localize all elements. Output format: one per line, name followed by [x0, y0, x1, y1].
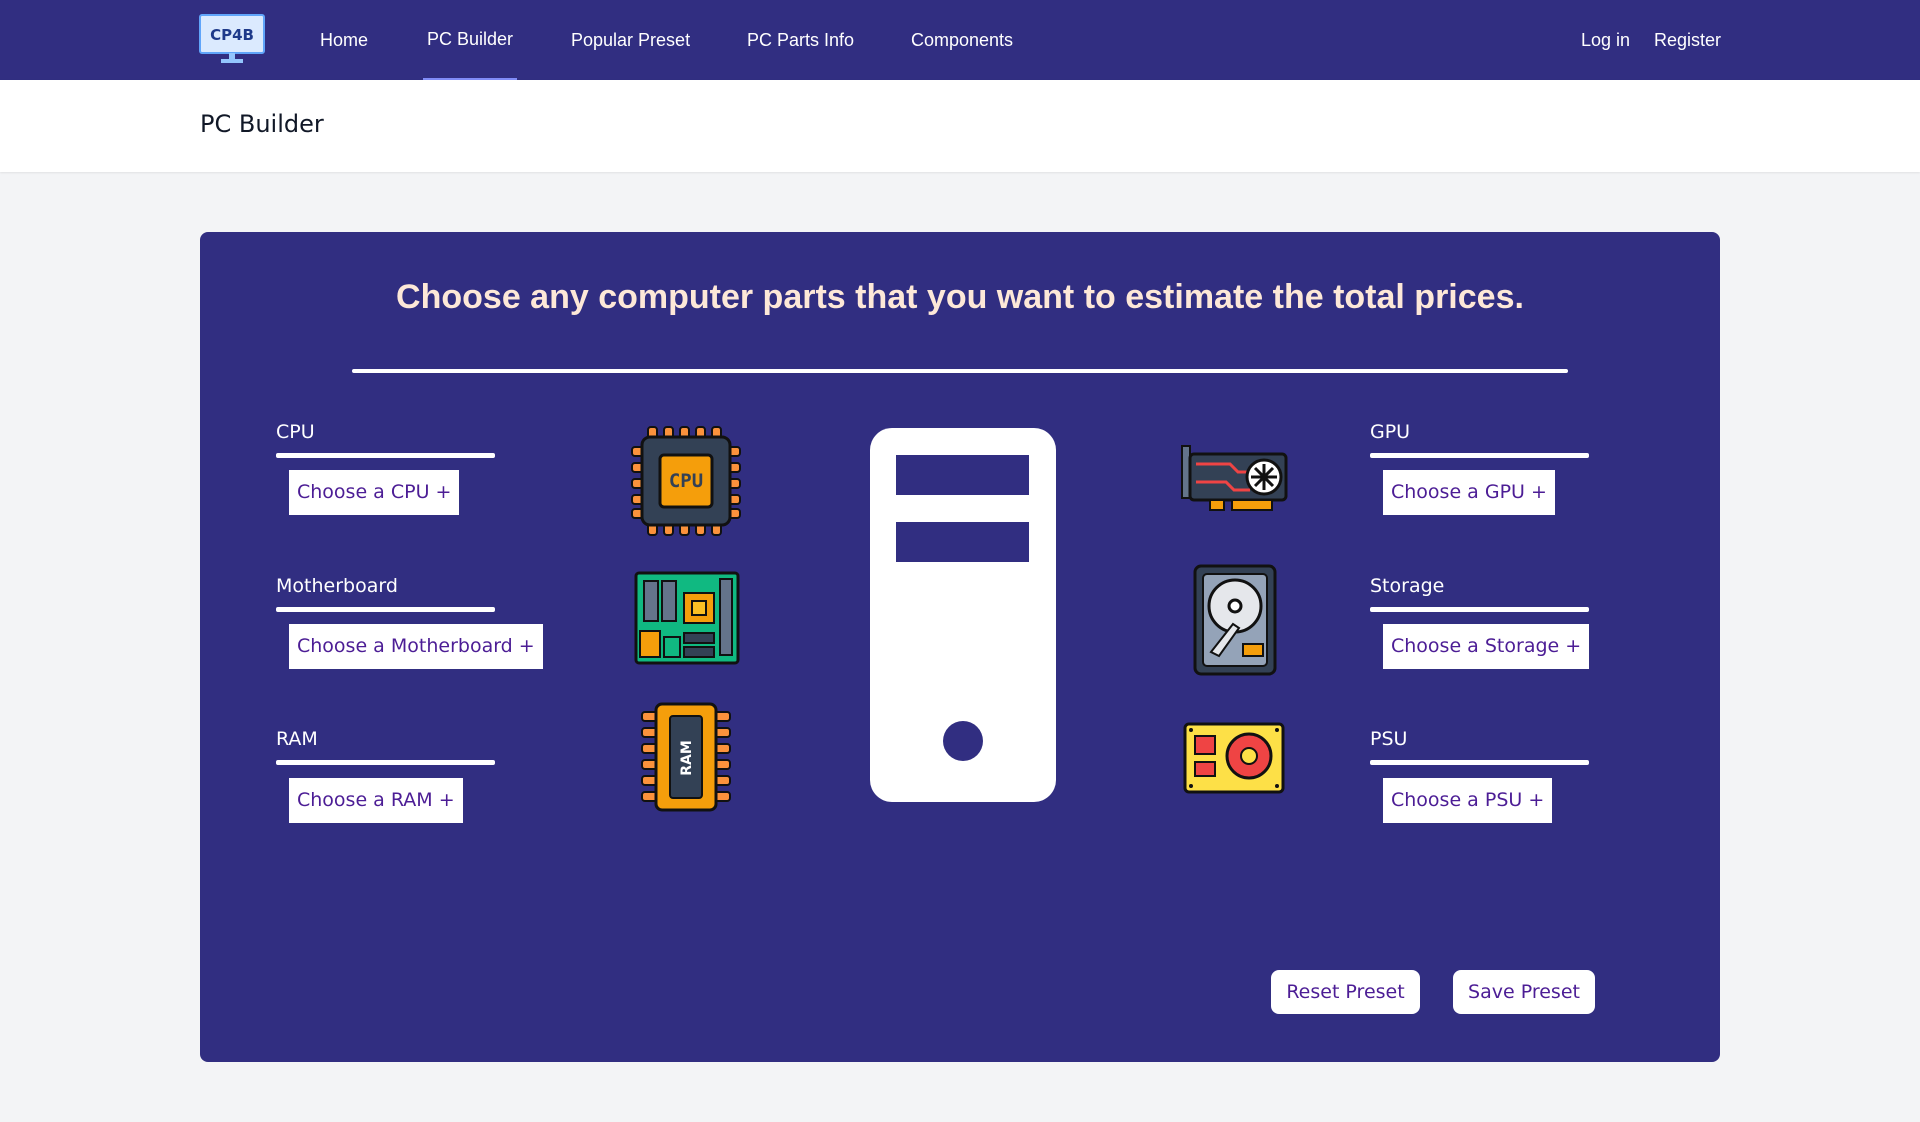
storage-divider — [1370, 607, 1589, 612]
psu-label: PSU — [1370, 728, 1408, 750]
nav-register[interactable]: Register — [1654, 0, 1721, 80]
power-button-graphic — [943, 721, 983, 761]
choose-gpu-button[interactable]: Choose a GPU + — [1383, 470, 1555, 515]
logo-text: CP4B — [210, 26, 254, 44]
heading-divider — [352, 369, 1568, 373]
pc-tower-illustration — [870, 428, 1056, 802]
nav-components[interactable]: Components — [911, 0, 1013, 80]
gpu-label: GPU — [1370, 421, 1411, 443]
ram-icon: RAM — [641, 702, 731, 812]
motherboard-divider — [276, 607, 495, 612]
gpu-icon — [1181, 445, 1288, 511]
choose-cpu-button[interactable]: Choose a CPU + — [289, 470, 460, 515]
page-title: PC Builder — [200, 110, 324, 138]
choose-ram-button[interactable]: Choose a RAM + — [289, 778, 463, 823]
ram-icon-text: RAM — [679, 740, 695, 776]
ram-label: RAM — [276, 728, 318, 750]
cpu-label: CPU — [276, 421, 315, 443]
ram-divider — [276, 760, 495, 765]
builder-panel: Choose any computer parts that you want … — [200, 232, 1720, 1062]
psu-icon — [1183, 722, 1285, 794]
nav-pc-parts-info[interactable]: PC Parts Info — [747, 0, 854, 80]
reset-preset-button[interactable]: Reset Preset — [1271, 970, 1420, 1014]
save-preset-button[interactable]: Save Preset — [1453, 970, 1595, 1014]
nav-login[interactable]: Log in — [1581, 0, 1630, 80]
logo-icon[interactable]: CP4B — [199, 14, 267, 66]
top-navbar: CP4B Home PC Builder Popular Preset PC P… — [0, 0, 1920, 80]
drive-bay-bottom — [896, 522, 1029, 562]
nav-home[interactable]: Home — [320, 0, 368, 80]
gpu-divider — [1370, 453, 1589, 458]
hard-drive-icon — [1193, 564, 1277, 676]
choose-motherboard-button[interactable]: Choose a Motherboard + — [289, 624, 543, 669]
storage-label: Storage — [1370, 575, 1445, 597]
page-header: PC Builder — [0, 80, 1920, 172]
cpu-divider — [276, 453, 495, 458]
motherboard-label: Motherboard — [276, 575, 398, 597]
psu-divider — [1370, 760, 1589, 765]
nav-popular-preset[interactable]: Popular Preset — [571, 0, 690, 80]
choose-psu-button[interactable]: Choose a PSU + — [1383, 778, 1553, 823]
choose-storage-button[interactable]: Choose a Storage + — [1383, 624, 1590, 669]
builder-heading: Choose any computer parts that you want … — [396, 278, 1524, 316]
drive-bay-top — [896, 455, 1029, 495]
cpu-icon-text: CPU — [669, 470, 703, 492]
nav-pc-builder[interactable]: PC Builder — [423, 0, 518, 80]
motherboard-icon — [634, 571, 740, 665]
cpu-icon: CPU — [631, 426, 741, 536]
